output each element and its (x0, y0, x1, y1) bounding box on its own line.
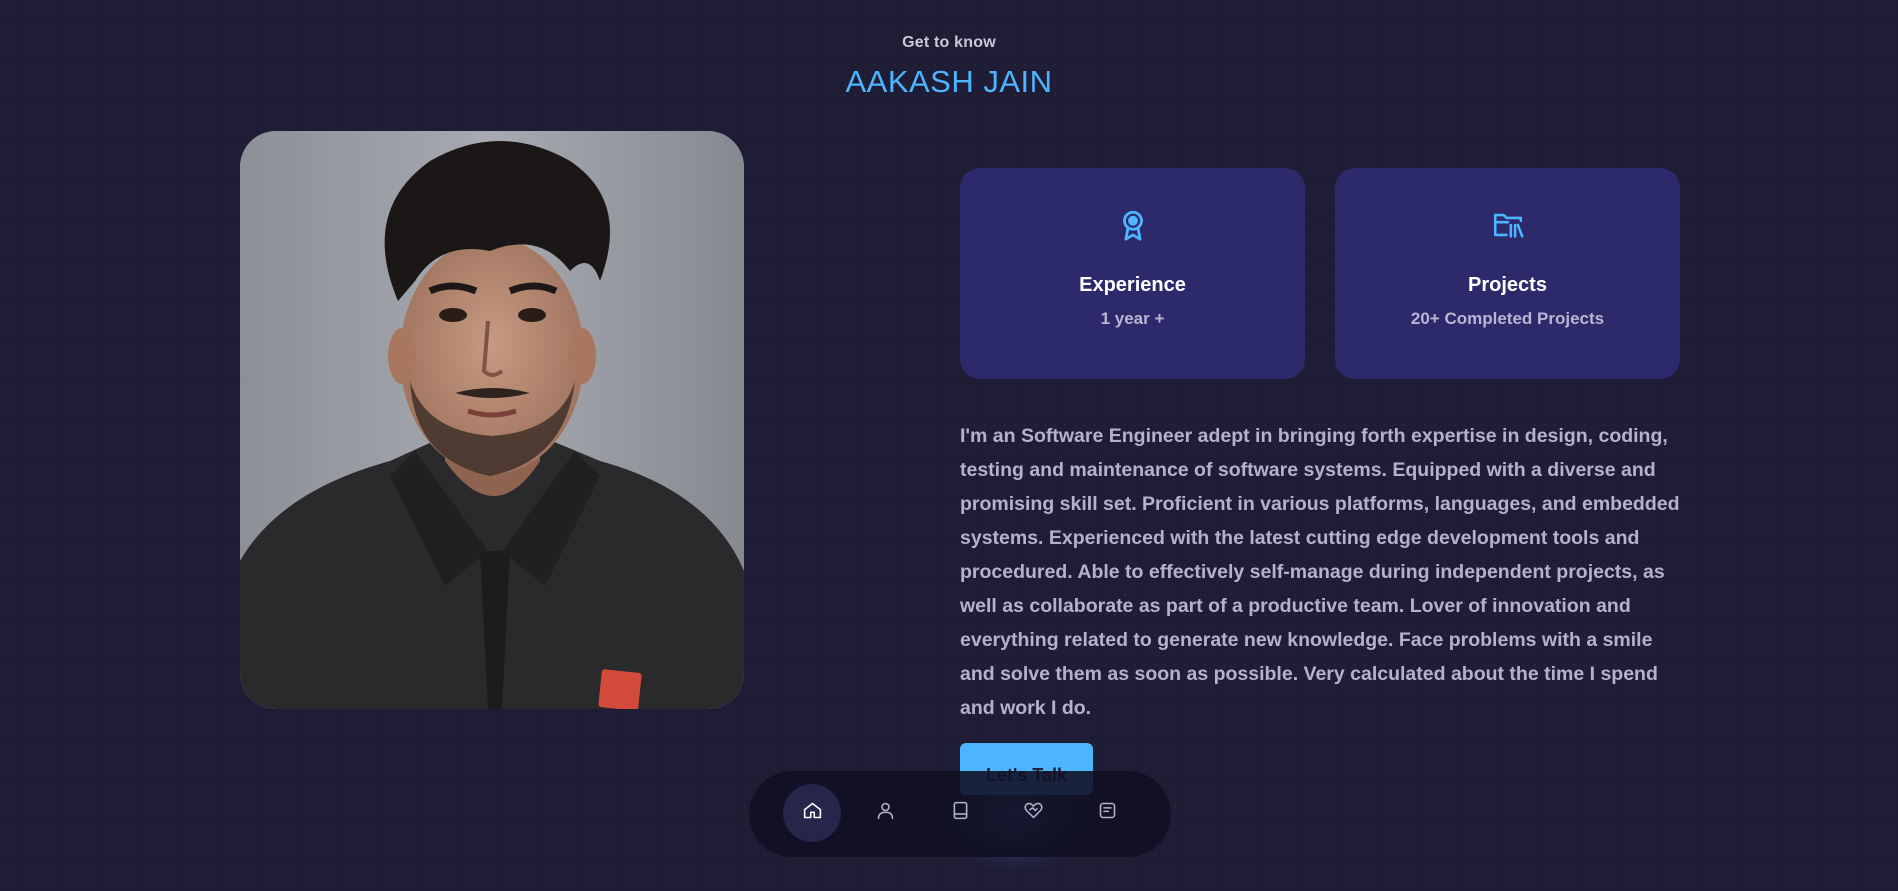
experience-value: 1 year + (1100, 309, 1165, 328)
book-icon (950, 800, 971, 826)
projects-card: Projects 20+ Completed Projects (1335, 168, 1680, 379)
about-paragraph: I'm an Software Engineer adept in bringi… (960, 425, 1680, 719)
nav-experience[interactable] (931, 784, 989, 842)
projects-title: Projects (1468, 274, 1547, 296)
nav-home[interactable] (783, 784, 841, 842)
portrait-photo (240, 131, 744, 709)
experience-title: Experience (1079, 274, 1186, 296)
profile-photo (240, 131, 744, 709)
nav-about[interactable] (856, 784, 914, 842)
projects-folder-icon (1335, 208, 1680, 244)
heart-handshake-icon (1023, 800, 1044, 826)
page-title: AAKASH JAIN (845, 64, 1053, 99)
user-icon (875, 800, 896, 826)
home-icon (802, 800, 823, 826)
intro-label: Get to know (902, 34, 996, 51)
projects-value: 20+ Completed Projects (1410, 309, 1605, 328)
nav-contact[interactable] (1078, 784, 1136, 842)
message-icon (1097, 800, 1118, 826)
bottom-nav (749, 771, 1171, 857)
award-icon (960, 208, 1305, 244)
experience-card: Experience 1 year + (960, 168, 1305, 379)
nav-services[interactable] (1004, 784, 1062, 842)
